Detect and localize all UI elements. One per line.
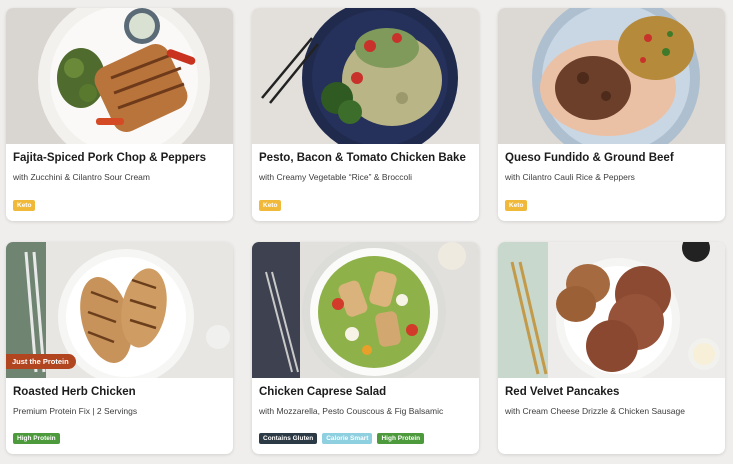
meal-title[interactable]: Red Velvet Pancakes bbox=[505, 386, 719, 398]
tag-high-protein: High Protein bbox=[13, 433, 60, 444]
meal-card-queso-fundido[interactable]: Queso Fundido & Ground Beef with Cilantr… bbox=[498, 8, 725, 221]
meal-tags: Keto bbox=[13, 200, 36, 211]
meal-grid: Fajita-Spiced Pork Chop & Peppers with Z… bbox=[0, 0, 733, 464]
meal-subtitle: with Zucchini & Cilantro Sour Cream bbox=[13, 172, 150, 182]
meal-card-roasted-herb-chicken[interactable]: Just the Protein Roasted Herb Chicken Pr… bbox=[6, 242, 233, 454]
tag-keto: Keto bbox=[505, 200, 528, 211]
meal-subtitle: with Creamy Vegetable “Rice” & Broccoli bbox=[259, 172, 413, 182]
tag-high-protein: High Protein bbox=[377, 433, 425, 444]
meal-card-red-velvet-pancakes[interactable]: Red Velvet Pancakes with Cream Cheese Dr… bbox=[498, 242, 725, 454]
tag-contains-gluten: Contains Gluten bbox=[259, 433, 318, 444]
meal-title[interactable]: Roasted Herb Chicken bbox=[13, 386, 227, 398]
meal-title[interactable]: Queso Fundido & Ground Beef bbox=[505, 152, 719, 164]
meal-tags: Keto bbox=[505, 200, 528, 211]
tag-keto: Keto bbox=[259, 200, 282, 211]
meal-photo-queso-fundido[interactable] bbox=[498, 8, 725, 144]
meal-title[interactable]: Fajita-Spiced Pork Chop & Peppers bbox=[13, 152, 227, 164]
meal-photo-fajita-pork[interactable] bbox=[6, 8, 233, 144]
meal-card-fajita-pork[interactable]: Fajita-Spiced Pork Chop & Peppers with Z… bbox=[6, 8, 233, 221]
meal-subtitle: with Mozzarella, Pesto Couscous & Fig Ba… bbox=[259, 406, 444, 416]
meal-tags: Keto bbox=[259, 200, 282, 211]
just-the-protein-ribbon: Just the Protein bbox=[6, 354, 76, 369]
meal-photo-red-velvet-pancakes[interactable] bbox=[498, 242, 725, 378]
meal-photo-pesto-chicken-bake[interactable] bbox=[252, 8, 479, 144]
tag-keto: Keto bbox=[13, 200, 36, 211]
meal-subtitle: Premium Protein Fix | 2 Servings bbox=[13, 406, 138, 416]
meal-card-pesto-chicken-bake[interactable]: Pesto, Bacon & Tomato Chicken Bake with … bbox=[252, 8, 479, 221]
meal-title[interactable]: Pesto, Bacon & Tomato Chicken Bake bbox=[259, 152, 473, 164]
tag-calorie-smart: Calorie Smart bbox=[322, 433, 373, 444]
meal-photo-chicken-caprese[interactable] bbox=[252, 242, 479, 378]
meal-card-chicken-caprese[interactable]: Chicken Caprese Salad with Mozzarella, P… bbox=[252, 242, 479, 454]
meal-subtitle: with Cream Cheese Drizzle & Chicken Saus… bbox=[505, 406, 685, 416]
meal-tags: High Protein bbox=[13, 433, 60, 444]
meal-title[interactable]: Chicken Caprese Salad bbox=[259, 386, 473, 398]
meal-subtitle: with Cilantro Cauli Rice & Peppers bbox=[505, 172, 635, 182]
meal-tags: Contains Gluten Calorie Smart High Prote… bbox=[259, 433, 425, 444]
